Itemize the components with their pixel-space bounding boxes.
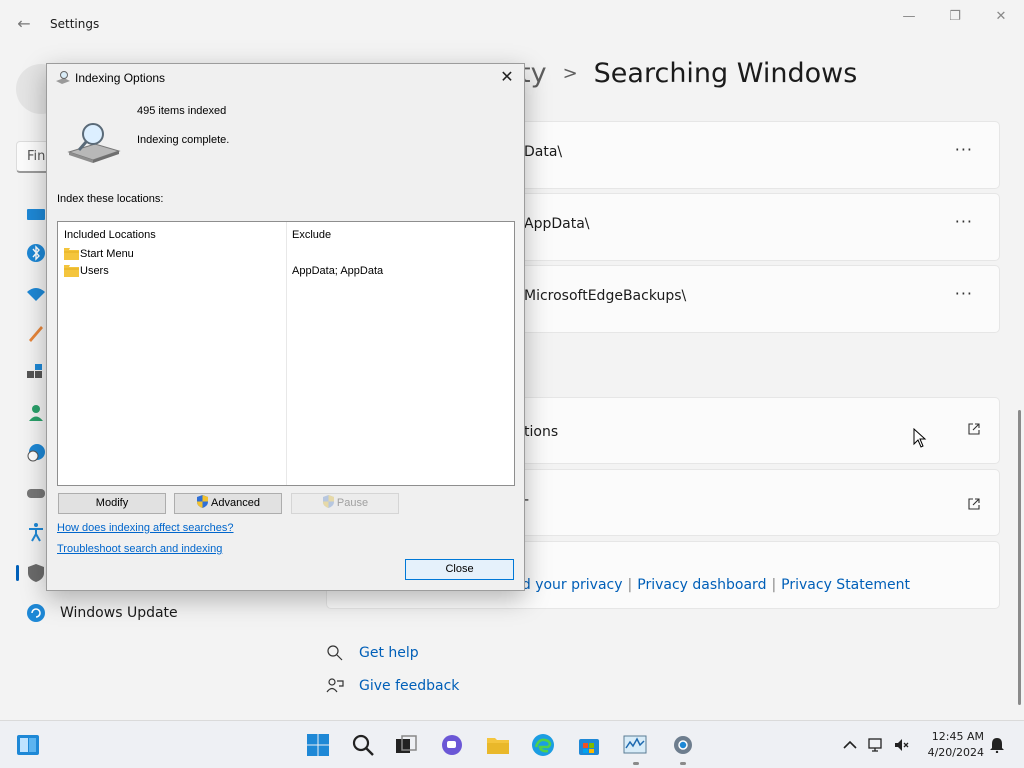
more-options-button[interactable]: ··· [955,212,973,231]
excluded-folder-path: MicrosoftEdgeBackups\ [524,288,687,304]
close-window-button[interactable]: ✕ [978,6,1024,28]
bluetooth-icon[interactable] [26,243,46,263]
close-button[interactable]: Close [405,559,514,580]
start-icon[interactable] [306,733,330,757]
mouse-cursor-icon [913,428,927,448]
page-title: Searching Windows [593,58,858,89]
get-help-icon [327,645,343,661]
privacy-link-about[interactable]: nd your privacy [513,577,623,593]
excluded-folder-path: AppData\ [524,216,590,232]
personalization-icon[interactable] [26,323,46,343]
network-tray-icon[interactable] [868,737,884,753]
modify-button[interactable]: Modify [58,493,166,514]
dialog-close-icon[interactable]: ✕ [496,67,518,89]
widgets-icon[interactable] [16,733,40,757]
indexing-options-icon [56,71,70,84]
accounts-icon[interactable] [26,403,46,423]
get-help-link[interactable]: Get help [359,645,419,661]
dialog-title: Indexing Options [75,71,166,85]
folder-icon [64,248,79,260]
indexing-status: Indexing complete. [137,134,230,146]
troubleshoot-link[interactable]: Troubleshoot search and indexing [57,543,222,555]
advanced-indexing-options-label: tions [524,424,559,440]
chat-icon[interactable] [440,733,464,757]
privacy-statement-link[interactable]: Privacy Statement [781,577,910,593]
taskbar: 12:45 AM 4/20/2024 [0,720,1024,768]
system-clock[interactable]: 12:45 AM 4/20/2024 [920,729,984,761]
search-icon[interactable] [351,733,375,757]
breadcrumb: ty > Searching Windows [520,58,857,94]
uac-shield-icon [322,495,334,508]
performance-monitor-icon[interactable] [623,733,647,757]
notification-icon[interactable] [989,737,1005,753]
chevron-up-icon[interactable] [842,737,858,753]
file-explorer-icon[interactable] [486,733,510,757]
more-options-button[interactable]: ··· [955,284,973,303]
app-title: Settings [50,17,100,31]
open-external-icon [968,423,980,435]
task-view-icon[interactable] [394,733,418,757]
open-external-icon [968,498,980,510]
volume-muted-icon[interactable] [893,737,909,753]
indexing-drive-icon [67,123,121,163]
system-icon[interactable] [26,205,46,225]
sidebar-item-windows-update[interactable]: Windows Update [60,605,178,621]
privacy-links: nd your privacy | Privacy dashboard | Privac… [513,577,910,593]
apps-icon[interactable] [26,363,46,383]
more-options-button[interactable]: ··· [955,140,973,159]
maximize-button[interactable]: ❐ [932,6,978,28]
settings-gear-icon[interactable] [671,733,695,757]
minimize-button[interactable]: — [886,6,932,28]
windows-update-icon[interactable] [26,603,46,623]
index-locations-label: Index these locations: [57,193,164,205]
give-feedback-icon [326,678,344,693]
scrollbar[interactable] [1018,410,1021,705]
column-header-included[interactable]: Included Locations [64,229,156,241]
running-indicator [633,762,639,765]
advanced-button-label: Advanced [211,497,260,509]
location-name: Users [80,265,109,277]
location-name: Start Menu [80,248,134,260]
list-item[interactable]: Start Menu [62,247,512,263]
excluded-folder-path: Data\ [524,144,563,160]
time-language-icon[interactable] [26,443,46,463]
title-bar: ← Settings — ❐ ✕ [0,0,1024,48]
how-indexing-affects-link[interactable]: How does indexing affect searches? [57,522,234,534]
pause-button-label: Pause [336,497,369,509]
locations-list[interactable]: Included Locations Exclude Start Menu Us… [57,221,515,486]
privacy-security-icon[interactable] [26,563,46,583]
pause-button: Pause [291,493,399,514]
uac-shield-icon [197,495,209,508]
breadcrumb-separator: > [562,63,578,84]
running-indicator [680,762,686,765]
location-exclude: AppData; AppData [292,265,384,277]
folder-icon [64,265,79,277]
store-icon[interactable] [577,733,601,757]
clock-date: 4/20/2024 [927,746,984,759]
nav-selected-indicator [16,565,19,581]
back-button[interactable]: ← [14,14,34,34]
gaming-icon[interactable] [26,483,46,503]
give-feedback-link[interactable]: Give feedback [359,678,459,694]
edge-icon[interactable] [531,733,555,757]
column-header-exclude[interactable]: Exclude [292,229,331,241]
advanced-button[interactable]: Advanced [174,493,282,514]
dialog-title-bar: Indexing Options ✕ [47,64,524,92]
list-item[interactable]: Users AppData; AppData [62,264,512,280]
privacy-dashboard-link[interactable]: Privacy dashboard [637,577,766,593]
network-icon[interactable] [26,284,46,304]
clock-time: 12:45 AM [931,730,984,743]
accessibility-icon[interactable] [26,522,46,542]
indexing-options-dialog: Indexing Options ✕ 495 items indexed Ind… [46,63,525,591]
items-indexed-count: 495 items indexed [137,105,227,117]
